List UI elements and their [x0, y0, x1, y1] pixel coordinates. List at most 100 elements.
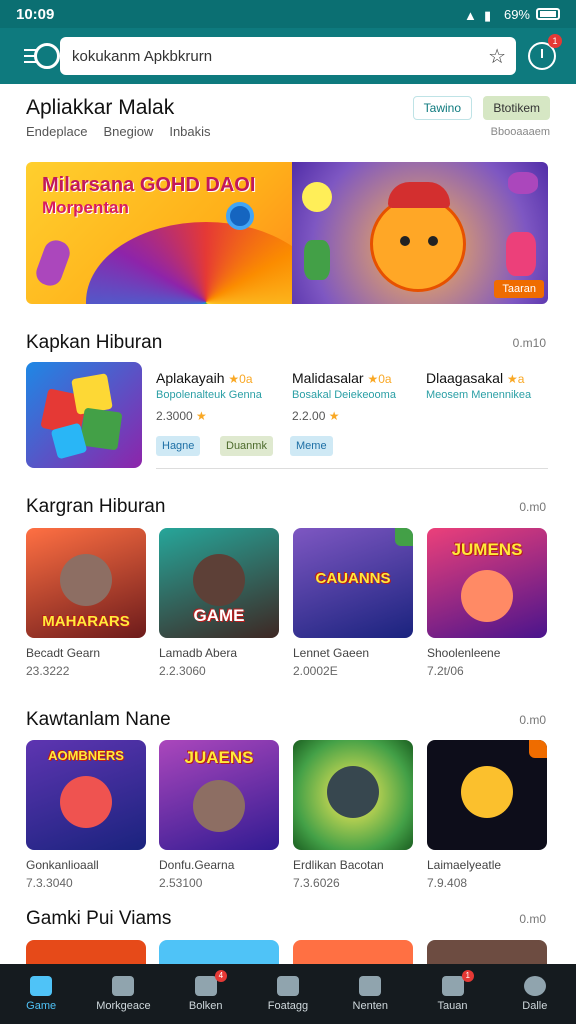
- character-art: [327, 766, 379, 818]
- game-art: [26, 940, 146, 964]
- game-name: Donfu.Gearna: [159, 858, 235, 872]
- app-desc: Bosakal Deiekeooma: [292, 389, 396, 401]
- featured-app-1[interactable]: Aplakayaih ★0a Bopolenalteuk Genna 2.300…: [156, 370, 262, 423]
- game-row-2: AOMBNERS Gonkanlioaall 7.3.3040 JUAENS D…: [26, 740, 550, 900]
- nav-label: Morkgeace: [96, 1000, 151, 1012]
- character-art: [60, 554, 112, 606]
- game-row-1: MAHARARS Becadt Gearn 23.3222 GAME Lamad…: [26, 528, 550, 688]
- mascot-hat: [388, 182, 450, 208]
- nav-item-tauan[interactable]: Tauan 1: [411, 964, 493, 1024]
- game-card[interactable]: AOMBNERS Gonkanlioaall 7.3.3040: [26, 740, 146, 890]
- section-more-link[interactable]: 0.m0: [519, 912, 546, 926]
- game-name: Laimaelyeatle: [427, 858, 502, 872]
- game-card[interactable]: Laimaelyeatle 7.9.408: [427, 740, 547, 890]
- game-name: Becadt Gearn: [26, 646, 101, 660]
- game-card[interactable]: [159, 940, 279, 964]
- game-name: Shoolenleene: [427, 646, 501, 660]
- app-name-text: Malidasalar: [292, 370, 364, 386]
- game-name: Erdlikan Bacotan: [293, 858, 384, 872]
- nav-item-foatagg[interactable]: Foatagg: [247, 964, 329, 1024]
- game-card[interactable]: JUMENS Shoolenleene 7.2t/06: [427, 528, 547, 678]
- header-subtabs: Endeplace Bnegiow Inbakis: [26, 124, 550, 139]
- search-input[interactable]: [72, 47, 489, 65]
- mascot-small-1: [302, 182, 332, 212]
- subtab-2[interactable]: Bnegiow: [103, 124, 153, 139]
- app-name: Aplakayaih ★0a: [156, 370, 262, 386]
- profile-icon: [523, 976, 546, 996]
- app-tag-3[interactable]: Meme: [290, 436, 333, 456]
- chip-caption: Bbooaaaem: [490, 126, 550, 138]
- nav-item-game[interactable]: Game: [0, 964, 82, 1024]
- game-card[interactable]: GAME Lamadb Abera 2.2.3060: [159, 528, 279, 678]
- app-tag-1[interactable]: Hagne: [156, 436, 201, 456]
- banner-art-right: Taaran: [292, 162, 548, 304]
- game-card[interactable]: Erdlikan Bacotan 7.3.6026: [293, 740, 413, 890]
- search-bar[interactable]: ☆: [34, 37, 516, 75]
- section-more-link[interactable]: 0.m0: [519, 713, 546, 727]
- mascot-small-3: [304, 240, 330, 280]
- star-icon[interactable]: ☆: [488, 44, 506, 69]
- nav-item-bolken[interactable]: Bolken 4: [165, 964, 247, 1024]
- game-name: Lennet Gaeen: [293, 646, 370, 660]
- nav-badge: 4: [214, 970, 227, 982]
- page-header: Apliakkar Malak Endeplace Bnegiow Inbaki…: [26, 96, 550, 148]
- game-art: [159, 940, 279, 964]
- game-card[interactable]: MAHARARS Becadt Gearn 23.3222: [26, 528, 146, 678]
- rainbow-graphic: [86, 222, 326, 304]
- section-more-link[interactable]: 0.m0: [519, 500, 546, 514]
- game-art: [293, 940, 413, 964]
- star-icon: ★a: [506, 372, 525, 386]
- app-desc: Bopolenalteuk Genna: [156, 389, 262, 401]
- section-more-link[interactable]: 0.m10: [513, 336, 546, 350]
- cube-green: [79, 407, 123, 451]
- wifi-icon: ▲: [463, 8, 477, 23]
- game-art: [293, 740, 413, 850]
- character-art: [60, 776, 112, 828]
- game-meta: 7.2t/06: [427, 664, 464, 678]
- app-rating: 2.2.00 ★: [292, 409, 396, 423]
- tools-icon: [276, 976, 299, 996]
- featured-app-image[interactable]: [26, 362, 142, 468]
- app-tag-2[interactable]: Duanmk: [220, 436, 273, 456]
- game-card[interactable]: [293, 940, 413, 964]
- rating-value: 2.3000: [156, 409, 193, 423]
- nav-label: Bolken: [188, 1000, 223, 1012]
- history-icon[interactable]: 1: [528, 34, 562, 70]
- game-name: Gonkanlioaall: [26, 858, 99, 872]
- game-card[interactable]: [26, 940, 146, 964]
- game-art: MAHARARS: [26, 528, 146, 638]
- section-title: Gamki Pui Viams: [26, 908, 172, 929]
- nav-item-marketplace[interactable]: Morkgeace: [82, 964, 164, 1024]
- featured-app-2[interactable]: Malidasalar ★0a Bosakal Deiekeooma 2.2.0…: [292, 370, 396, 423]
- ball-graphic: [226, 202, 254, 230]
- game-card[interactable]: [427, 940, 547, 964]
- mascot-small-2: [508, 172, 538, 194]
- featured-app-3[interactable]: Dlaagasakal ★a Meosem Menennikea: [426, 370, 531, 401]
- mascot-eye-right: [428, 236, 438, 246]
- app-name-text: Dlaagasakal: [426, 370, 504, 386]
- nav-item-nenten[interactable]: Nenten: [329, 964, 411, 1024]
- character-art: [461, 570, 513, 622]
- promo-banner[interactable]: Milarsana GOHD DAOI Morpentan Taaran: [26, 162, 548, 304]
- game-meta: 7.9.408: [427, 876, 468, 890]
- filter-chip-2[interactable]: Btotikem: [483, 96, 550, 120]
- game-card[interactable]: CAUANNS Lennet Gaeen 2.0002E: [293, 528, 413, 678]
- battery-icon: [536, 8, 560, 20]
- app-desc: Meosem Menennikea: [426, 389, 532, 401]
- game-card[interactable]: JUAENS Donfu.Gearna 2.53100: [159, 740, 279, 890]
- game-art-title: MAHARARS: [42, 613, 130, 630]
- game-art: CAUANNS: [293, 528, 413, 638]
- filter-chip-1[interactable]: Tawino: [412, 96, 472, 120]
- game-meta: 7.3.6026: [293, 876, 340, 890]
- store-logo-icon: [34, 43, 60, 69]
- nav-item-profile[interactable]: Dalle: [494, 964, 576, 1024]
- game-art: [427, 740, 547, 850]
- app-name: Malidasalar ★0a: [292, 370, 396, 386]
- game-art: JUAENS: [159, 740, 279, 850]
- subtab-3[interactable]: Inbakis: [169, 124, 210, 139]
- compass-icon: [112, 976, 135, 996]
- banner-button[interactable]: Taaran: [494, 280, 544, 298]
- app-name-text: Aplakayaih: [156, 370, 225, 386]
- subtab-1[interactable]: Endeplace: [26, 124, 87, 139]
- featured-app-row: Aplakayaih ★0a Bopolenalteuk Genna 2.300…: [26, 362, 548, 470]
